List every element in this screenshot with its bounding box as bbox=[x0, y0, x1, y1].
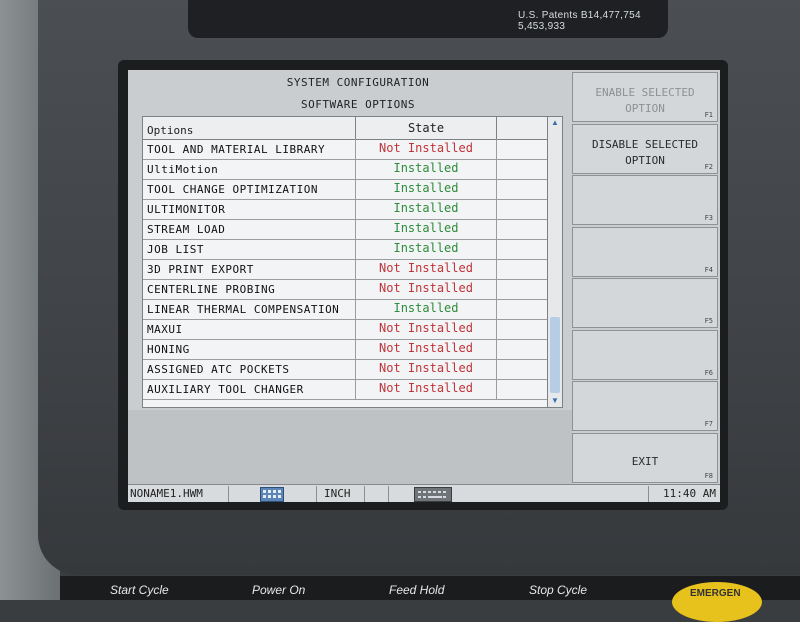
fkey-number: F1 bbox=[704, 111, 713, 119]
table-row[interactable]: UltiMotion Installed bbox=[143, 159, 548, 180]
emergency-label: EMERGEN bbox=[690, 588, 741, 599]
status-divider bbox=[388, 486, 389, 502]
fkey-f3-button[interactable]: F3 bbox=[572, 175, 718, 225]
table-row[interactable]: ASSIGNED ATC POCKETS Not Installed bbox=[143, 359, 548, 380]
table-header: Options State bbox=[143, 117, 548, 140]
option-name: AUXILIARY TOOL CHANGER bbox=[147, 383, 304, 396]
fkey-number: F4 bbox=[704, 265, 713, 274]
clock: 11:40 AM bbox=[663, 487, 716, 500]
fkey-number: F2 bbox=[704, 162, 713, 171]
header-options: Options bbox=[147, 124, 194, 137]
units-indicator: INCH bbox=[324, 487, 351, 500]
table-row[interactable]: ULTIMONITOR Installed bbox=[143, 199, 548, 220]
table-row[interactable]: MAXUI Not Installed bbox=[143, 319, 548, 340]
stop-cycle-label: Stop Cycle bbox=[529, 583, 588, 597]
keyboard-icon[interactable] bbox=[414, 487, 452, 502]
option-state: Not Installed bbox=[355, 319, 497, 339]
option-name: TOOL CHANGE OPTIMIZATION bbox=[147, 183, 318, 196]
fkey-number: F3 bbox=[704, 214, 713, 222]
fkey-f4-button[interactable]: F4 bbox=[572, 226, 718, 277]
fkey-f2-button[interactable]: DISABLE SELECTED OPTION F2 bbox=[572, 123, 718, 174]
calculator-icon[interactable] bbox=[260, 487, 284, 502]
option-name: STREAM LOAD bbox=[147, 223, 226, 236]
option-name: ULTIMONITOR bbox=[147, 203, 226, 216]
scroll-thumb[interactable] bbox=[550, 317, 560, 393]
header-state: State bbox=[355, 117, 497, 139]
fkey-f1-button[interactable]: ENABLE SELECTED OPTION F1 bbox=[572, 72, 718, 122]
feed-hold-label: Feed Hold bbox=[389, 583, 445, 597]
option-state: Not Installed bbox=[355, 339, 497, 359]
option-state: Not Installed bbox=[355, 359, 497, 379]
fkey-label: ENABLE SELECTED OPTION bbox=[595, 86, 695, 115]
software-options-table: Options State TOOL AND MATERIAL LIBRARY N… bbox=[142, 116, 549, 408]
fkey-number: F7 bbox=[704, 420, 713, 428]
option-state: Installed bbox=[355, 219, 497, 239]
table-row[interactable]: TOOL CHANGE OPTIMIZATION Installed bbox=[143, 179, 548, 200]
fkey-f7-button[interactable]: F7 bbox=[572, 381, 718, 431]
option-name: JOB LIST bbox=[147, 243, 204, 256]
option-state: Not Installed bbox=[355, 139, 497, 159]
option-state: Not Installed bbox=[355, 259, 497, 279]
power-on-label: Power On bbox=[252, 583, 306, 597]
table-scrollbar[interactable]: ▲ ▼ bbox=[547, 116, 563, 408]
table-row[interactable]: TOOL AND MATERIAL LIBRARY Not Installed bbox=[143, 139, 548, 160]
option-name: CENTERLINE PROBING bbox=[147, 283, 276, 296]
option-state: Installed bbox=[355, 299, 497, 319]
top-nameplate: U.S. Patents B14,477,754 5,453,933 bbox=[188, 0, 668, 38]
table-row[interactable]: STREAM LOAD Installed bbox=[143, 219, 548, 240]
program-filename: NONAME1.HWM bbox=[130, 487, 203, 500]
option-name: TOOL AND MATERIAL LIBRARY bbox=[147, 143, 326, 156]
option-state: Installed bbox=[355, 199, 497, 219]
status-divider bbox=[316, 486, 317, 502]
option-name: LINEAR THERMAL COMPENSATION bbox=[147, 303, 340, 316]
table-row[interactable]: JOB LIST Installed bbox=[143, 239, 548, 260]
option-state: Installed bbox=[355, 179, 497, 199]
option-state: Not Installed bbox=[355, 379, 497, 399]
option-name: HONING bbox=[147, 343, 190, 356]
fkey-number: F6 bbox=[704, 368, 713, 377]
fkey-label: DISABLE SELECTED OPTION bbox=[592, 137, 698, 167]
fkey-f8-button[interactable]: EXIT F8 bbox=[572, 432, 718, 483]
function-key-panel: ENABLE SELECTED OPTION F1 DISABLE SELECTED… bbox=[572, 70, 720, 484]
fkey-f5-button[interactable]: F5 bbox=[572, 278, 718, 328]
option-name: 3D PRINT EXPORT bbox=[147, 263, 254, 276]
option-state: Installed bbox=[355, 159, 497, 179]
status-bar: NONAME1.HWM INCH 11:40 AM bbox=[128, 484, 720, 502]
control-screen: SYSTEM CONFIGURATION SOFTWARE OPTIONS Op… bbox=[128, 70, 720, 502]
message-area bbox=[128, 410, 572, 484]
emergency-stop-button[interactable]: EMERGEN bbox=[672, 582, 762, 622]
patent-text: U.S. Patents B14,477,754 5,453,933 bbox=[518, 10, 641, 32]
fkey-number: F8 bbox=[704, 471, 713, 480]
screen-title: SYSTEM CONFIGURATION bbox=[286, 76, 430, 89]
status-divider bbox=[648, 486, 649, 502]
fkey-number: F5 bbox=[704, 317, 713, 325]
option-name: UltiMotion bbox=[147, 163, 219, 176]
status-divider bbox=[228, 486, 229, 502]
screen-subtitle: SOFTWARE OPTIONS bbox=[301, 98, 415, 111]
table-row[interactable]: 3D PRINT EXPORT Not Installed bbox=[143, 259, 548, 280]
option-name: MAXUI bbox=[147, 323, 183, 336]
option-state: Installed bbox=[355, 239, 497, 259]
fkey-label: EXIT bbox=[631, 454, 659, 468]
table-row[interactable]: CENTERLINE PROBING Not Installed bbox=[143, 279, 548, 300]
table-row[interactable]: LINEAR THERMAL COMPENSATION Installed bbox=[143, 299, 548, 320]
status-divider bbox=[364, 486, 365, 502]
scroll-up-arrow-icon[interactable]: ▲ bbox=[548, 117, 562, 129]
start-cycle-label: Start Cycle bbox=[110, 583, 169, 597]
option-state: Not Installed bbox=[355, 279, 497, 299]
option-name: ASSIGNED ATC POCKETS bbox=[147, 363, 290, 376]
table-row[interactable]: AUXILIARY TOOL CHANGER Not Installed bbox=[143, 379, 548, 400]
fkey-f6-button[interactable]: F6 bbox=[572, 329, 718, 380]
table-row[interactable]: HONING Not Installed bbox=[143, 339, 548, 360]
